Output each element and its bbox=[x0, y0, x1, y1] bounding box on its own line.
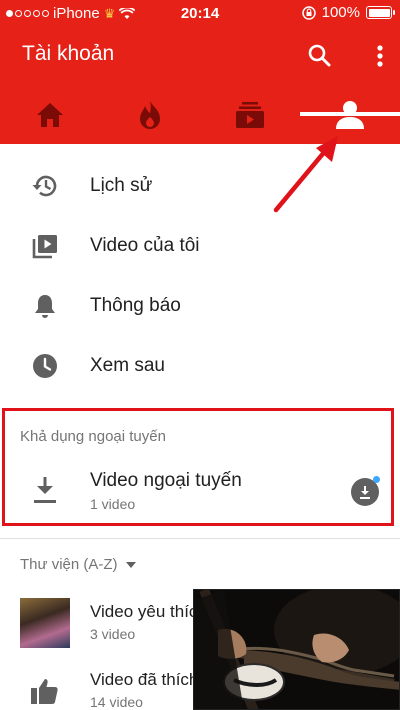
offline-section-header: Khả dụng ngoại tuyến bbox=[20, 428, 166, 445]
active-tab-indicator bbox=[300, 112, 400, 116]
menu-item-label: Lịch sử bbox=[90, 175, 153, 196]
offline-videos-title: Video ngoại tuyến bbox=[90, 470, 242, 491]
search-icon[interactable] bbox=[304, 40, 336, 72]
subscriptions-icon bbox=[236, 102, 264, 128]
library-item-title: Video đã thích bbox=[90, 670, 199, 689]
tab-trending[interactable] bbox=[100, 86, 200, 144]
clock-icon bbox=[30, 351, 60, 381]
chevron-down-icon bbox=[125, 561, 136, 568]
menu-item-label: Video của tôi bbox=[90, 235, 200, 256]
downloaded-status-icon[interactable] bbox=[351, 476, 380, 506]
library-item-count: 3 video bbox=[90, 626, 136, 642]
menu-item-label: Xem sau bbox=[90, 355, 165, 376]
library-sort-dropdown[interactable]: Thư viện (A-Z) bbox=[20, 556, 136, 573]
app-bar: Tài khoản bbox=[0, 28, 400, 144]
library-item-title: Video yêu thích bbox=[90, 602, 207, 621]
section-divider bbox=[0, 538, 400, 539]
bell-icon bbox=[30, 291, 60, 321]
tab-home[interactable] bbox=[0, 86, 100, 144]
more-vert-icon[interactable] bbox=[366, 40, 394, 72]
home-icon bbox=[37, 103, 63, 127]
status-right: 100% bbox=[301, 4, 395, 21]
download-icon bbox=[30, 474, 60, 506]
mini-player[interactable] bbox=[193, 589, 400, 710]
menu-item-notifications[interactable]: Thông báo bbox=[0, 276, 400, 336]
offline-videos-count: 1 video bbox=[90, 496, 136, 512]
flame-icon bbox=[140, 101, 160, 129]
library-header: Thư viện (A-Z) bbox=[20, 556, 118, 573]
page-title: Tài khoản bbox=[22, 42, 115, 65]
battery-percent: 100% bbox=[321, 4, 360, 21]
my-videos-icon bbox=[30, 231, 60, 261]
menu-item-my-videos[interactable]: Video của tôi bbox=[0, 216, 400, 276]
rotation-lock-icon bbox=[301, 5, 316, 20]
library-item-count: 14 video bbox=[90, 694, 143, 710]
menu-item-history[interactable]: Lịch sử bbox=[0, 156, 400, 216]
history-icon bbox=[30, 171, 60, 201]
battery-icon bbox=[366, 6, 395, 19]
playlist-thumbnail bbox=[20, 598, 70, 648]
status-bar: iPhone ♛ 20:14 100% bbox=[0, 0, 400, 28]
menu-item-label: Thông báo bbox=[90, 295, 181, 316]
menu-item-watch-later[interactable]: Xem sau bbox=[0, 336, 400, 396]
thumb-up-icon bbox=[30, 676, 60, 706]
mini-player-video-frame bbox=[194, 590, 399, 709]
